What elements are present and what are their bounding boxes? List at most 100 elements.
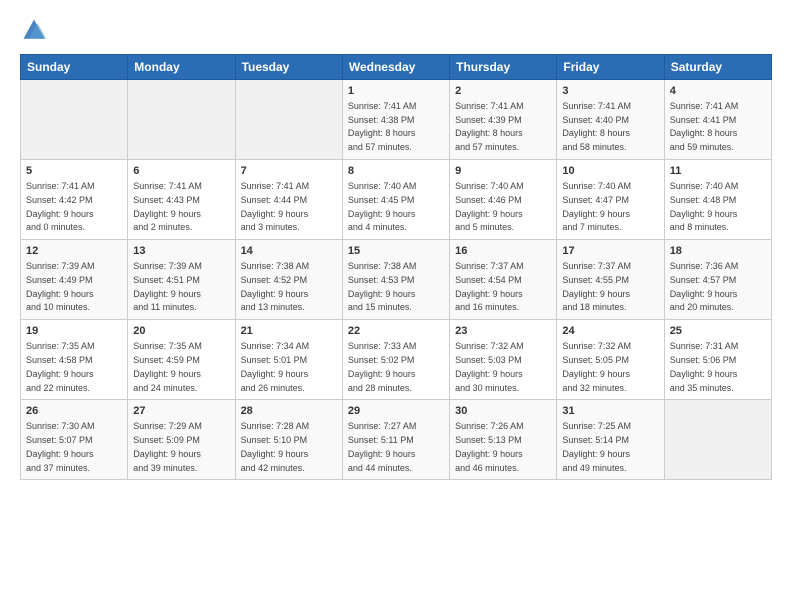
day-number: 19 [26, 324, 122, 339]
day-detail: Sunrise: 7:32 AM Sunset: 5:05 PM Dayligh… [562, 341, 631, 392]
day-cell: 5Sunrise: 7:41 AM Sunset: 4:42 PM Daylig… [21, 160, 128, 240]
logo [20, 16, 52, 44]
day-cell: 15 Sunrise: 7:38 AM Sunset: 4:53 PM Dayli… [342, 240, 449, 320]
weekday-header-row: SundayMondayTuesdayWednesdayThursdayFrid… [21, 55, 772, 80]
weekday-header-thursday: Thursday [450, 55, 557, 80]
day-cell [128, 80, 235, 160]
day-cell: 6 Sunrise: 7:41 AM Sunset: 4:43 PM Daylig… [128, 160, 235, 240]
day-cell: 25Sunrise: 7:31 AM Sunset: 5:06 PM Dayli… [664, 320, 771, 400]
day-cell: 14 Sunrise: 7:38 AM Sunset: 4:52 PM Dayli… [235, 240, 342, 320]
day-cell: 29 Sunrise: 7:27 AM Sunset: 5:11 PM Dayli… [342, 400, 449, 480]
day-cell: 19 Sunrise: 7:35 AM Sunset: 4:58 PM Dayli… [21, 320, 128, 400]
day-cell: 13 Sunrise: 7:39 AM Sunset: 4:51 PM Dayli… [128, 240, 235, 320]
day-number: 4 [670, 84, 766, 99]
day-number: 28 [241, 404, 337, 419]
day-number: 7 [241, 164, 337, 179]
day-number: 31 [562, 404, 658, 419]
day-number: 1 [348, 84, 444, 99]
day-detail: Sunrise: 7:39 AM Sunset: 4:51 PM Dayligh… [133, 261, 202, 312]
day-number: 14 [241, 244, 337, 259]
day-number: 2 [455, 84, 551, 99]
day-cell [235, 80, 342, 160]
day-detail: Sunrise: 7:41 AM Sunset: 4:38 PM Dayligh… [348, 101, 417, 152]
day-detail: Sunrise: 7:40 AM Sunset: 4:47 PM Dayligh… [562, 181, 631, 232]
day-cell: 4 Sunrise: 7:41 AM Sunset: 4:41 PM Daylig… [664, 80, 771, 160]
day-detail: Sunrise: 7:36 AM Sunset: 4:57 PM Dayligh… [670, 261, 739, 312]
day-cell: 8Sunrise: 7:40 AM Sunset: 4:45 PM Daylig… [342, 160, 449, 240]
day-detail: Sunrise: 7:37 AM Sunset: 4:54 PM Dayligh… [455, 261, 524, 312]
day-number: 17 [562, 244, 658, 259]
day-cell: 26Sunrise: 7:30 AM Sunset: 5:07 PM Dayli… [21, 400, 128, 480]
day-detail: Sunrise: 7:32 AM Sunset: 5:03 PM Dayligh… [455, 341, 524, 392]
day-number: 5 [26, 164, 122, 179]
header [20, 16, 772, 44]
day-detail: Sunrise: 7:41 AM Sunset: 4:41 PM Dayligh… [670, 101, 739, 152]
weekday-header-friday: Friday [557, 55, 664, 80]
day-number: 16 [455, 244, 551, 259]
weekday-header-sunday: Sunday [21, 55, 128, 80]
day-detail: Sunrise: 7:41 AM Sunset: 4:43 PM Dayligh… [133, 181, 202, 232]
day-cell: 1 Sunrise: 7:41 AM Sunset: 4:38 PM Daylig… [342, 80, 449, 160]
week-row-2: 5Sunrise: 7:41 AM Sunset: 4:42 PM Daylig… [21, 160, 772, 240]
day-number: 18 [670, 244, 766, 259]
day-number: 26 [26, 404, 122, 419]
day-cell: 21 Sunrise: 7:34 AM Sunset: 5:01 PM Dayli… [235, 320, 342, 400]
day-detail: Sunrise: 7:29 AM Sunset: 5:09 PM Dayligh… [133, 421, 202, 472]
day-cell: 22Sunrise: 7:33 AM Sunset: 5:02 PM Dayli… [342, 320, 449, 400]
day-cell: 12 Sunrise: 7:39 AM Sunset: 4:49 PM Dayli… [21, 240, 128, 320]
day-detail: Sunrise: 7:33 AM Sunset: 5:02 PM Dayligh… [348, 341, 417, 392]
day-detail: Sunrise: 7:40 AM Sunset: 4:48 PM Dayligh… [670, 181, 739, 232]
week-row-3: 12 Sunrise: 7:39 AM Sunset: 4:49 PM Dayli… [21, 240, 772, 320]
day-number: 21 [241, 324, 337, 339]
day-number: 13 [133, 244, 229, 259]
day-number: 30 [455, 404, 551, 419]
weekday-header-monday: Monday [128, 55, 235, 80]
day-cell [21, 80, 128, 160]
day-detail: Sunrise: 7:27 AM Sunset: 5:11 PM Dayligh… [348, 421, 417, 472]
day-detail: Sunrise: 7:37 AM Sunset: 4:55 PM Dayligh… [562, 261, 631, 312]
day-detail: Sunrise: 7:40 AM Sunset: 4:45 PM Dayligh… [348, 181, 417, 232]
day-cell: 10 Sunrise: 7:40 AM Sunset: 4:47 PM Dayli… [557, 160, 664, 240]
day-number: 24 [562, 324, 658, 339]
day-detail: Sunrise: 7:41 AM Sunset: 4:44 PM Dayligh… [241, 181, 310, 232]
day-detail: Sunrise: 7:41 AM Sunset: 4:40 PM Dayligh… [562, 101, 631, 152]
day-detail: Sunrise: 7:35 AM Sunset: 4:58 PM Dayligh… [26, 341, 95, 392]
day-detail: Sunrise: 7:25 AM Sunset: 5:14 PM Dayligh… [562, 421, 631, 472]
day-detail: Sunrise: 7:28 AM Sunset: 5:10 PM Dayligh… [241, 421, 310, 472]
day-cell: 24 Sunrise: 7:32 AM Sunset: 5:05 PM Dayli… [557, 320, 664, 400]
day-detail: Sunrise: 7:38 AM Sunset: 4:53 PM Dayligh… [348, 261, 417, 312]
day-cell: 2 Sunrise: 7:41 AM Sunset: 4:39 PM Daylig… [450, 80, 557, 160]
day-number: 29 [348, 404, 444, 419]
day-cell: 28 Sunrise: 7:28 AM Sunset: 5:10 PM Dayli… [235, 400, 342, 480]
day-cell: 20Sunrise: 7:35 AM Sunset: 4:59 PM Dayli… [128, 320, 235, 400]
logo-icon [20, 16, 48, 44]
day-number: 15 [348, 244, 444, 259]
week-row-5: 26Sunrise: 7:30 AM Sunset: 5:07 PM Dayli… [21, 400, 772, 480]
weekday-header-saturday: Saturday [664, 55, 771, 80]
day-cell [664, 400, 771, 480]
day-detail: Sunrise: 7:34 AM Sunset: 5:01 PM Dayligh… [241, 341, 310, 392]
day-cell: 9Sunrise: 7:40 AM Sunset: 4:46 PM Daylig… [450, 160, 557, 240]
day-detail: Sunrise: 7:41 AM Sunset: 4:39 PM Dayligh… [455, 101, 524, 152]
day-cell: 7 Sunrise: 7:41 AM Sunset: 4:44 PM Daylig… [235, 160, 342, 240]
day-cell: 18 Sunrise: 7:36 AM Sunset: 4:57 PM Dayli… [664, 240, 771, 320]
day-number: 20 [133, 324, 229, 339]
day-number: 11 [670, 164, 766, 179]
day-detail: Sunrise: 7:40 AM Sunset: 4:46 PM Dayligh… [455, 181, 524, 232]
day-number: 23 [455, 324, 551, 339]
day-number: 12 [26, 244, 122, 259]
day-number: 10 [562, 164, 658, 179]
weekday-header-wednesday: Wednesday [342, 55, 449, 80]
day-detail: Sunrise: 7:39 AM Sunset: 4:49 PM Dayligh… [26, 261, 95, 312]
day-detail: Sunrise: 7:38 AM Sunset: 4:52 PM Dayligh… [241, 261, 310, 312]
day-number: 6 [133, 164, 229, 179]
day-cell: 3 Sunrise: 7:41 AM Sunset: 4:40 PM Daylig… [557, 80, 664, 160]
day-cell: 11 Sunrise: 7:40 AM Sunset: 4:48 PM Dayli… [664, 160, 771, 240]
day-number: 3 [562, 84, 658, 99]
day-number: 27 [133, 404, 229, 419]
day-cell: 16 Sunrise: 7:37 AM Sunset: 4:54 PM Dayli… [450, 240, 557, 320]
week-row-1: 1 Sunrise: 7:41 AM Sunset: 4:38 PM Daylig… [21, 80, 772, 160]
day-number: 25 [670, 324, 766, 339]
day-cell: 17 Sunrise: 7:37 AM Sunset: 4:55 PM Dayli… [557, 240, 664, 320]
day-detail: Sunrise: 7:26 AM Sunset: 5:13 PM Dayligh… [455, 421, 524, 472]
